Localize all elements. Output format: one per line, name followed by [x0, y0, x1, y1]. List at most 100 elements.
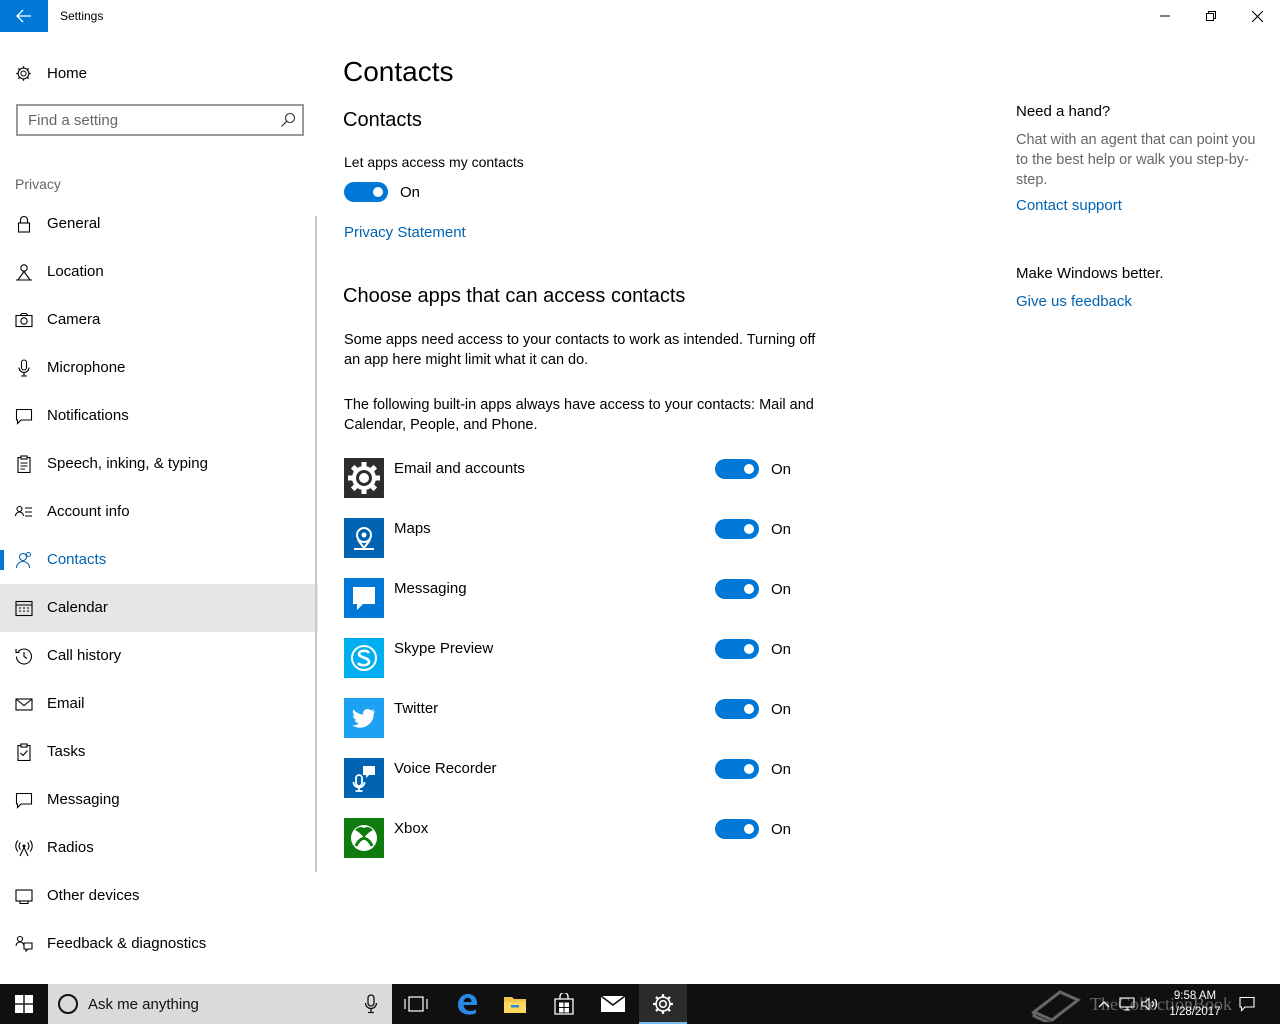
- search-box[interactable]: [16, 104, 304, 136]
- clock-date: 1/28/2017: [1169, 1006, 1221, 1018]
- contact-support-link[interactable]: Contact support: [1016, 197, 1122, 214]
- app-name: Xbox: [394, 820, 429, 837]
- app-row-xbox: Xbox On: [344, 818, 804, 878]
- sidebar: Home Privacy General Location Camera Mic…: [0, 32, 320, 984]
- devices-icon: [15, 889, 33, 905]
- cortana-placeholder: Ask me anything: [88, 996, 199, 1013]
- app-toggle-xbox[interactable]: [715, 819, 759, 839]
- sidebar-item-calendar[interactable]: Calendar: [0, 584, 318, 632]
- contacts-access-caption: Let apps access my contacts: [344, 154, 524, 170]
- taskbar: Ask me anything TheCollectionBook 9:58 A…: [0, 984, 1280, 1024]
- sidebar-item-call-history[interactable]: Call history: [0, 632, 318, 680]
- sidebar-item-label: Radios: [47, 839, 94, 856]
- action-center-icon: [1239, 996, 1255, 1012]
- app-row-twitter: Twitter On: [344, 698, 804, 758]
- sidebar-item-messaging[interactable]: Messaging: [0, 776, 318, 824]
- close-button[interactable]: [1234, 0, 1280, 32]
- app-toggle-email-accounts[interactable]: [715, 459, 759, 479]
- sidebar-item-label: Speech, inking, & typing: [47, 455, 208, 472]
- show-hidden-icons-button[interactable]: [1092, 984, 1116, 1024]
- builtin-apps-description: The following built-in apps always have …: [344, 397, 814, 433]
- mail-app-button[interactable]: [589, 984, 637, 1024]
- app-row-maps: Maps On: [344, 518, 804, 578]
- give-feedback-link[interactable]: Give us feedback: [1016, 293, 1132, 310]
- network-icon: [1119, 997, 1135, 1011]
- help-text: Chat with an agent that can point you to…: [1016, 132, 1256, 188]
- back-button[interactable]: [0, 0, 48, 32]
- sidebar-item-label: Messaging: [47, 791, 120, 808]
- sidebar-item-camera[interactable]: Camera: [0, 296, 318, 344]
- volume-button[interactable]: [1138, 984, 1162, 1024]
- app-state: On: [771, 761, 792, 778]
- app-name: Skype Preview: [394, 640, 494, 657]
- app-toggle-maps[interactable]: [715, 519, 759, 539]
- sidebar-item-speech[interactable]: Speech, inking, & typing: [0, 440, 318, 488]
- twitter-bird-icon: [344, 698, 384, 738]
- gear-icon: [344, 458, 384, 498]
- store-button[interactable]: [540, 984, 588, 1024]
- app-toggle-skype[interactable]: [715, 639, 759, 659]
- page-title: Contacts: [343, 56, 454, 87]
- section-label-privacy: Privacy: [15, 176, 61, 192]
- app-toggle-voice-recorder[interactable]: [715, 759, 759, 779]
- search-icon[interactable]: [280, 112, 296, 128]
- system-clock[interactable]: 9:58 AM 1/28/2017: [1164, 988, 1226, 1020]
- edge-browser-button[interactable]: [443, 984, 491, 1024]
- sidebar-item-tasks[interactable]: Tasks: [0, 728, 318, 776]
- sidebar-scrollbar[interactable]: [315, 216, 317, 872]
- book-logo-icon: [1031, 990, 1081, 1022]
- home-nav-item[interactable]: Home: [0, 56, 320, 90]
- app-name: Voice Recorder: [394, 760, 497, 777]
- sidebar-item-microphone[interactable]: Microphone: [0, 344, 318, 392]
- title-bar: Settings: [0, 0, 1280, 32]
- settings-app-button[interactable]: [639, 984, 687, 1024]
- app-name: Twitter: [394, 700, 439, 717]
- home-label: Home: [47, 65, 88, 82]
- sidebar-item-account-info[interactable]: Account info: [0, 488, 318, 536]
- sidebar-item-other-devices[interactable]: Other devices: [0, 872, 318, 920]
- app-toggle-twitter[interactable]: [715, 699, 759, 719]
- action-center-button[interactable]: [1232, 984, 1262, 1024]
- sidebar-item-feedback[interactable]: Feedback & diagnostics: [0, 920, 318, 968]
- folder-icon: [504, 997, 526, 1013]
- mail-icon: [600, 995, 626, 1012]
- app-name: Email and accounts: [394, 460, 525, 477]
- contacts-access-toggle[interactable]: [344, 182, 388, 202]
- sidebar-item-contacts[interactable]: Contacts: [0, 536, 318, 584]
- lock-icon: [17, 215, 31, 233]
- file-explorer-button[interactable]: [491, 984, 539, 1024]
- privacy-statement-link[interactable]: Privacy Statement: [344, 224, 466, 241]
- sidebar-item-label: Call history: [47, 647, 122, 664]
- minimize-button[interactable]: [1142, 0, 1188, 32]
- sidebar-item-radios[interactable]: Radios: [0, 824, 318, 872]
- minimize-icon: [1160, 15, 1170, 17]
- sidebar-item-location[interactable]: Location: [0, 248, 318, 296]
- sidebar-item-notifications[interactable]: Notifications: [0, 392, 318, 440]
- apps-description: Some apps need access to your contacts t…: [344, 332, 816, 368]
- gear-icon: [653, 994, 673, 1014]
- sidebar-item-general[interactable]: General: [0, 200, 318, 248]
- app-state: On: [771, 641, 792, 658]
- settings-search-input[interactable]: [18, 106, 274, 134]
- cortana-search-box[interactable]: Ask me anything: [48, 984, 392, 1024]
- sidebar-item-email[interactable]: Email: [0, 680, 318, 728]
- start-button[interactable]: [0, 984, 48, 1024]
- camera-icon: [15, 312, 33, 328]
- close-icon: [1251, 10, 1263, 22]
- edge-browser-icon: [458, 994, 477, 1015]
- help-title: Need a hand?: [1016, 103, 1111, 120]
- app-row-voice-recorder: Voice Recorder On: [344, 758, 804, 818]
- sidebar-item-label: Feedback & diagnostics: [47, 935, 207, 952]
- network-button[interactable]: [1116, 984, 1138, 1024]
- mail-icon: [15, 698, 33, 711]
- microphone-icon[interactable]: [364, 994, 378, 1014]
- history-icon: [15, 648, 32, 665]
- sidebar-item-label: Microphone: [47, 359, 126, 376]
- restore-button[interactable]: [1188, 0, 1234, 32]
- app-toggle-messaging[interactable]: [715, 579, 759, 599]
- chevron-up-icon: [1098, 1001, 1110, 1008]
- clock-time: 9:58 AM: [1173, 990, 1217, 1002]
- sidebar-item-label: Contacts: [47, 551, 107, 568]
- task-view-button[interactable]: [392, 984, 440, 1024]
- speech-icon: [17, 455, 31, 473]
